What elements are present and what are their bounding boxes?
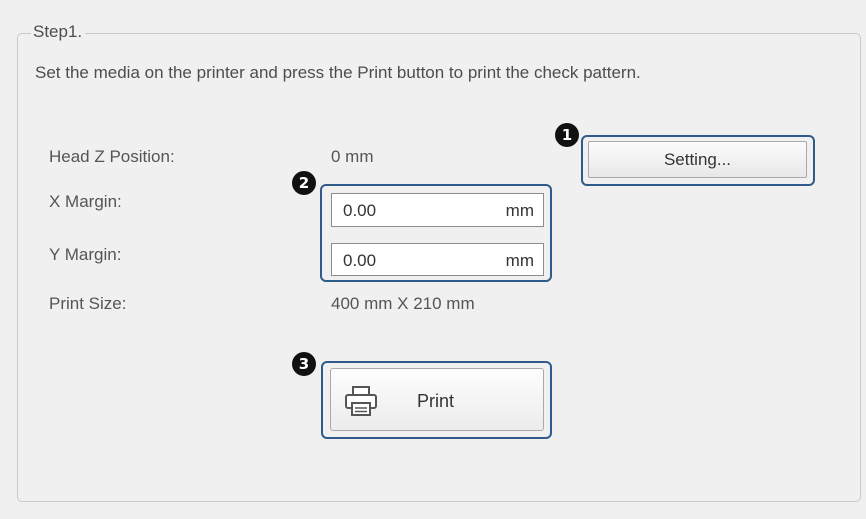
callout-badge-1: 1 [555,123,579,147]
step-title: Step1. [31,21,86,43]
y-margin-field[interactable]: 0.00 mm [331,243,544,276]
y-margin-value[interactable]: 0.00 [343,251,376,271]
head-z-position-label: Head Z Position: [49,147,175,166]
print-button[interactable]: Print [330,368,544,431]
print-button-label: Print [417,391,455,411]
print-size-value: 400 mm X 210 mm [331,294,475,313]
callout-badge-2: 2 [292,171,316,195]
print-size-label: Print Size: [49,294,127,313]
x-margin-field[interactable]: 0.00 mm [331,193,544,227]
printer-icon [345,386,377,416]
x-margin-value[interactable]: 0.00 [343,201,376,221]
y-margin-unit: mm [505,251,534,270]
y-margin-label: Y Margin: [49,245,122,264]
x-margin-unit: mm [505,201,534,220]
x-margin-label: X Margin: [49,192,122,211]
head-z-position-value: 0 mm [331,147,374,166]
setting-button[interactable]: Setting... [588,141,807,178]
instruction-text: Set the media on the printer and press t… [35,63,641,82]
callout-badge-3: 3 [292,352,316,376]
